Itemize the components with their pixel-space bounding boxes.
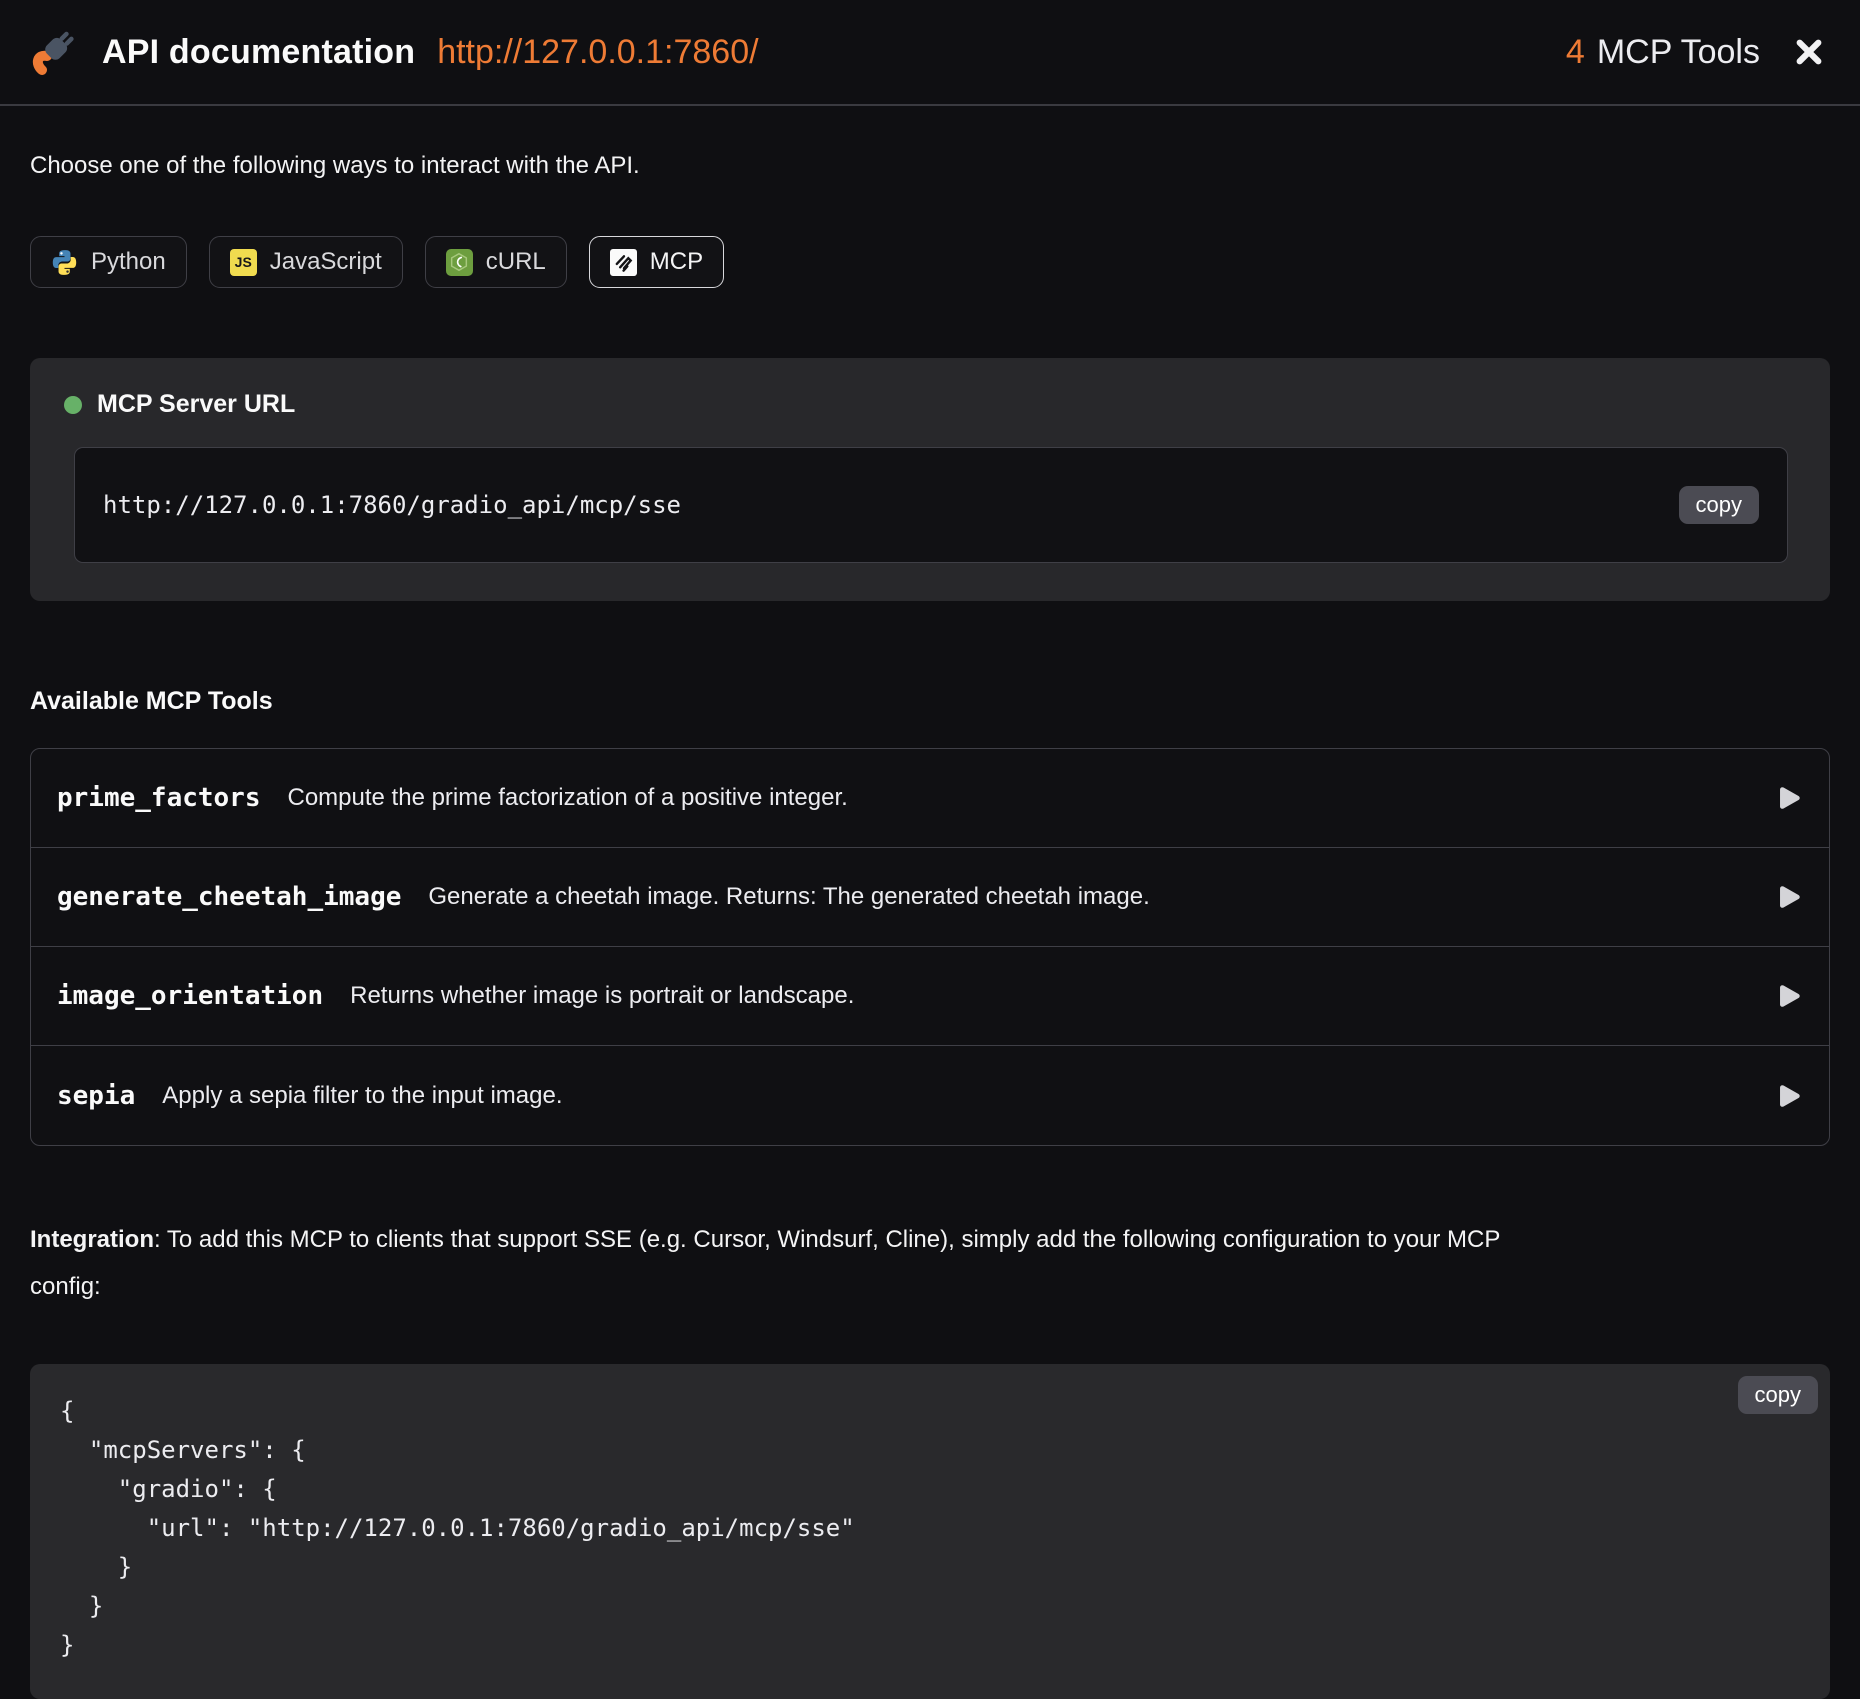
tool-name: generate_cheetah_image	[57, 882, 401, 912]
integration-note: Integration: To add this MCP to clients …	[30, 1216, 1540, 1310]
close-icon	[1793, 36, 1825, 68]
integration-label: Integration	[30, 1226, 154, 1253]
tab-curl-label: cURL	[486, 248, 546, 276]
run-tool-icon[interactable]	[1773, 783, 1803, 813]
tool-description: Compute the prime factorization of a pos…	[288, 784, 848, 812]
status-dot-icon	[64, 396, 82, 414]
tool-description: Returns whether image is portrait or lan…	[350, 982, 854, 1010]
tool-row-sepia[interactable]: sepia Apply a sepia filter to the input …	[31, 1046, 1829, 1145]
javascript-icon: JS	[230, 249, 257, 276]
run-tool-icon[interactable]	[1773, 981, 1803, 1011]
curl-icon	[446, 249, 473, 276]
language-tabs: Python JS JavaScript cURL	[30, 236, 1830, 288]
tool-description: Apply a sepia filter to the input image.	[162, 1082, 562, 1110]
app-url-link[interactable]: http://127.0.0.1:7860/	[437, 33, 758, 72]
tool-name: image_orientation	[57, 981, 323, 1011]
gradio-plug-icon	[32, 28, 76, 76]
header: API documentation http://127.0.0.1:7860/…	[0, 0, 1860, 106]
tool-description: Generate a cheetah image. Returns: The g…	[428, 883, 1149, 911]
tab-mcp[interactable]: MCP	[589, 236, 724, 288]
mcp-icon	[610, 249, 637, 276]
page-title: API documentation	[102, 33, 415, 72]
config-json: { "mcpServers": { "gradio": { "url": "ht…	[60, 1392, 1800, 1665]
run-tool-icon[interactable]	[1773, 1081, 1803, 1111]
tools-count: 4	[1566, 33, 1585, 72]
tool-name: prime_factors	[57, 783, 261, 813]
intro-text: Choose one of the following ways to inte…	[30, 152, 1830, 180]
server-url-value: http://127.0.0.1:7860/gradio_api/mcp/sse	[103, 491, 681, 519]
tab-javascript[interactable]: JS JavaScript	[209, 236, 403, 288]
server-url-title: MCP Server URL	[97, 390, 295, 419]
copy-config-button[interactable]: copy	[1738, 1376, 1818, 1414]
tab-python[interactable]: Python	[30, 236, 187, 288]
api-docs-main: Choose one of the following ways to inte…	[0, 152, 1860, 1699]
mcp-server-url-panel: MCP Server URL http://127.0.0.1:7860/gra…	[30, 358, 1830, 601]
tool-row-image-orientation[interactable]: image_orientation Returns whether image …	[31, 947, 1829, 1046]
mcp-config-codeblock: copy { "mcpServers": { "gradio": { "url"…	[30, 1364, 1830, 1699]
server-url-codebox: http://127.0.0.1:7860/gradio_api/mcp/sse…	[74, 447, 1788, 563]
tool-row-generate-cheetah-image[interactable]: generate_cheetah_image Generate a cheeta…	[31, 848, 1829, 947]
available-tools-heading: Available MCP Tools	[30, 687, 1830, 716]
mcp-tools-count-link[interactable]: 4 MCP Tools	[1566, 33, 1760, 72]
copy-url-button[interactable]: copy	[1679, 486, 1759, 524]
tab-mcp-label: MCP	[650, 248, 703, 276]
integration-text: : To add this MCP to clients that suppor…	[30, 1226, 1500, 1300]
run-tool-icon[interactable]	[1773, 882, 1803, 912]
tool-row-prime-factors[interactable]: prime_factors Compute the prime factoriz…	[31, 749, 1829, 848]
tab-javascript-label: JavaScript	[270, 248, 382, 276]
tool-name: sepia	[57, 1081, 135, 1111]
python-icon	[51, 249, 78, 276]
tools-count-label: MCP Tools	[1597, 33, 1760, 72]
close-button[interactable]	[1790, 33, 1828, 71]
mcp-tools-table: prime_factors Compute the prime factoriz…	[30, 748, 1830, 1146]
tab-curl[interactable]: cURL	[425, 236, 567, 288]
tab-python-label: Python	[91, 248, 166, 276]
server-url-title-row: MCP Server URL	[64, 390, 1788, 419]
